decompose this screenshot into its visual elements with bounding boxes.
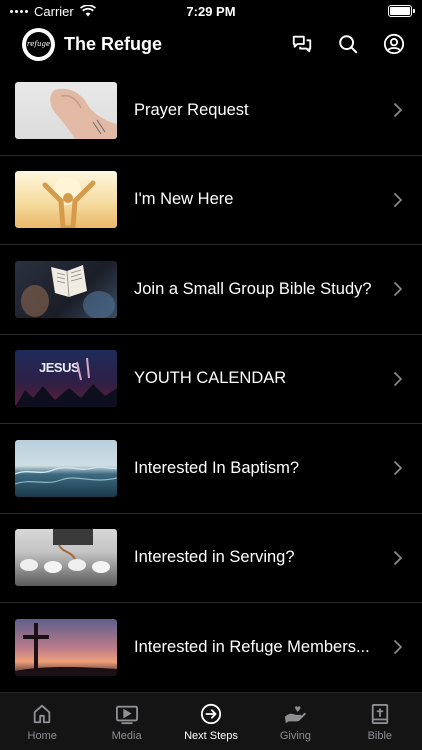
chevron-right-icon [389,638,407,656]
list-item[interactable]: JESUS YOUTH CALENDAR [0,335,422,424]
chevron-right-icon [389,370,407,388]
chevron-right-icon [389,191,407,209]
list-item[interactable]: I'm New Here [0,156,422,245]
logo-text: refuge [26,31,51,57]
chat-icon[interactable] [290,32,314,56]
profile-icon[interactable] [382,32,406,56]
new-here-thumbnail [15,171,117,229]
tab-bar: Home Media Next Steps Giving Bible [0,692,422,750]
list-item-label: Prayer Request [134,100,249,119]
tab-label: Next Steps [184,730,238,742]
tab-label: Giving [279,730,312,742]
list-item[interactable]: Interested in Refuge Members... [0,603,422,693]
list-item-label: Interested in Serving? [134,548,295,567]
list-item-label: I'm New Here [134,190,234,209]
list-item[interactable]: Prayer Request [0,66,422,156]
chevron-right-icon [389,280,407,298]
baptism-thumbnail [15,439,117,497]
carrier-label: Carrier [34,3,74,19]
list-item[interactable]: Interested in Serving? [0,514,422,603]
status-bar: Carrier 7:29 PM [0,0,422,22]
media-icon [115,702,139,726]
tab-label: Home [27,730,57,742]
chevron-right-icon [389,101,407,119]
tab-home[interactable]: Home [0,693,84,750]
tab-label: Media [111,730,142,742]
header-actions [290,32,406,56]
tab-label: Bible [367,730,393,742]
home-icon [30,702,54,726]
tab-next-steps[interactable]: Next Steps [169,693,253,750]
list-item-label: Join a Small Group Bible Study? [134,279,372,298]
app-header: refuge The Refuge [0,22,422,66]
next-steps-icon [199,702,223,726]
tab-media[interactable]: Media [84,693,168,750]
tab-giving[interactable]: Giving [253,693,337,750]
wifi-icon [79,5,96,17]
list-item[interactable]: Interested In Baptism? [0,424,422,514]
chevron-right-icon [389,549,407,567]
bible-study-thumbnail [15,260,117,318]
list-item-label: Interested In Baptism? [134,458,300,477]
thumb-jesus-text: JESUS [39,360,80,375]
prayer-request-thumbnail [15,81,117,139]
chevron-right-icon [389,459,407,477]
app-title: The Refuge [64,33,163,54]
next-steps-list: Prayer Request I'm New Here Join a Small… [0,66,422,693]
youth-calendar-thumbnail: JESUS [15,350,117,408]
list-item-label: YOUTH CALENDAR [134,369,287,388]
list-item[interactable]: Join a Small Group Bible Study? [0,245,422,335]
membership-thumbnail [15,618,117,676]
serving-thumbnail [15,529,117,587]
search-icon[interactable] [336,32,360,56]
tab-bible[interactable]: Bible [338,693,422,750]
list-item-label: Interested in Refuge Members... [134,637,370,656]
app-logo[interactable]: refuge [22,27,55,61]
status-left: Carrier [10,4,96,19]
battery-icon [388,5,415,17]
bible-icon [368,702,392,726]
giving-icon [283,702,307,726]
signal-icon [10,9,28,13]
